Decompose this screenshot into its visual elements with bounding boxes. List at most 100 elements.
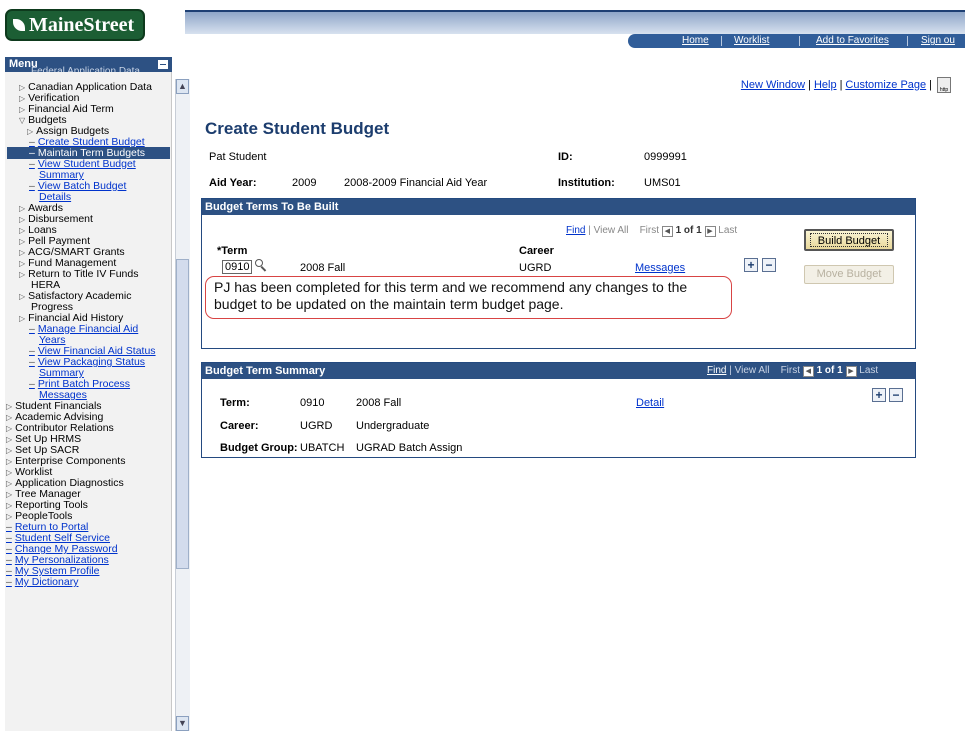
menu-panel: ▷ Canadian Application Data ▷ Verification ▷… (5, 72, 172, 731)
help-link[interactable]: Help (814, 79, 837, 91)
folder-arrow-icon: ▷ (19, 204, 26, 213)
summary-career-value: UGRD (300, 420, 333, 432)
summary-row-count: 1 of 1 (816, 365, 843, 376)
leaf-icon (13, 19, 25, 31)
aid-year-description: 2008-2009 Financial Aid Year (344, 177, 488, 189)
budget-group-label: Budget Group: (220, 442, 298, 454)
folder-arrow-icon: ▷ (6, 468, 13, 477)
budget-terms-header: Budget Terms To Be Built (202, 199, 915, 215)
summary-term-description: 2008 Fall (356, 397, 402, 409)
folder-arrow-icon: ▷ (19, 83, 26, 92)
menu-item-my-dictionary[interactable]: – My Dictionary (6, 577, 78, 588)
folder-arrow-icon: ▷ (6, 479, 13, 488)
folder-arrow-icon: ▷ (6, 490, 13, 499)
aid-year-label: Aid Year: (209, 177, 257, 189)
id-value: 0999991 (644, 151, 687, 163)
messages-link[interactable]: Messages (635, 262, 685, 274)
build-budget-button[interactable]: Build Budget (804, 229, 894, 251)
aid-year-value: 2009 (292, 177, 317, 189)
menu-partial-item[interactable]: Federal Application Data (31, 64, 140, 72)
term-column-header: *Term (217, 245, 248, 257)
page-title: Create Student Budget (205, 119, 390, 138)
minimize-menu-icon[interactable] (158, 60, 168, 69)
folder-arrow-icon: ▷ (19, 105, 26, 114)
header-band (185, 12, 965, 34)
summary-view-all[interactable]: View All (735, 365, 770, 376)
top-nav-bar: Home Worklist Add to Favorites Sign ou (628, 34, 965, 48)
budget-group-value: UBATCH (300, 442, 345, 454)
terms-row-count: 1 of 1 (675, 225, 702, 236)
summary-first: First (780, 365, 801, 376)
nav-divider (721, 36, 722, 46)
detail-link[interactable]: Detail (636, 397, 664, 409)
folder-arrow-icon: ▷ (19, 259, 26, 268)
summary-term-value: 0910 (300, 397, 325, 409)
folder-arrow-icon: ▷ (6, 413, 13, 422)
lookup-search-icon[interactable] (254, 258, 268, 272)
menu-title-bar: Menu Federal Application Data (5, 57, 172, 72)
folder-arrow-icon: ▷ (27, 127, 34, 136)
folder-arrow-icon: ▽ (19, 116, 26, 125)
annotation-text: PJ has been completed for this term and … (214, 279, 688, 312)
folder-arrow-icon: ▷ (19, 248, 26, 257)
summary-delete-row-icon[interactable]: − (889, 388, 903, 402)
institution-label: Institution: (558, 177, 615, 189)
folder-arrow-icon: ▷ (6, 446, 13, 455)
summary-find-link[interactable]: Find (707, 365, 726, 376)
nav-worklist-link[interactable]: Worklist (734, 35, 769, 46)
scroll-thumb[interactable] (176, 259, 189, 569)
student-name: Pat Student (209, 151, 267, 163)
logo-text: MaineStreet (29, 14, 135, 36)
mainestreet-logo: MaineStreet (5, 9, 145, 41)
http-link-icon[interactable]: http (937, 77, 951, 93)
folder-arrow-icon: ▷ (19, 215, 26, 224)
folder-arrow-icon: ▷ (6, 402, 13, 411)
move-budget-button[interactable]: Move Budget (804, 265, 894, 284)
terms-view-all[interactable]: View All (594, 225, 629, 236)
folder-arrow-icon: ▷ (19, 270, 26, 279)
dash-bullet: – (29, 378, 35, 390)
folder-arrow-icon: ▷ (6, 501, 13, 510)
summary-grid-nav: Find | View All First ◀ 1 of 1 ▶ Last (707, 365, 879, 377)
terms-grid-nav: Find | View All First ◀ 1 of 1 ▶ Last (566, 225, 738, 237)
scroll-down-icon[interactable]: ▼ (176, 716, 189, 731)
new-window-link[interactable]: New Window (741, 79, 805, 91)
nav-sign-out-link[interactable]: Sign ou (921, 35, 955, 46)
summary-last: Last (859, 365, 879, 376)
folder-arrow-icon: ▷ (19, 292, 26, 301)
folder-arrow-icon: ▷ (6, 457, 13, 466)
customize-page-link[interactable]: Customize Page (845, 79, 926, 91)
folder-arrow-icon: ▷ (19, 314, 26, 323)
folder-arrow-icon: ▷ (6, 512, 13, 521)
terms-first: First (639, 225, 660, 236)
summary-career-description: Undergraduate (356, 420, 430, 432)
dash-bullet: – (29, 180, 35, 192)
scroll-up-icon[interactable]: ▲ (176, 79, 189, 94)
next-arrow-icon[interactable]: ▶ (704, 226, 716, 237)
career-value: UGRD (519, 262, 552, 274)
nav-home-link[interactable]: Home (682, 35, 709, 46)
nav-add-favorites-link[interactable]: Add to Favorites (816, 35, 889, 46)
annotation-callout: PJ has been completed for this term and … (205, 276, 732, 319)
add-row-icon[interactable]: + (744, 258, 758, 272)
summary-career-label: Career: (220, 420, 259, 432)
folder-arrow-icon: ▷ (6, 435, 13, 444)
build-budget-label: Build Budget (810, 233, 888, 247)
summary-prev-arrow-icon[interactable]: ◀ (802, 366, 814, 377)
budget-group-description: UGRAD Batch Assign (356, 442, 463, 454)
institution-value: UMS01 (644, 177, 681, 189)
nav-divider (907, 36, 908, 46)
summary-next-arrow-icon[interactable]: ▶ (845, 366, 857, 377)
page-tools: New Window | Help | Customize Page | http (741, 77, 951, 93)
term-input[interactable]: 0910 (222, 260, 252, 274)
terms-find-link[interactable]: Find (566, 225, 585, 236)
menu-scrollbar[interactable]: ▲ ▼ (175, 79, 190, 731)
delete-row-icon[interactable]: − (762, 258, 776, 272)
terms-last: Last (718, 225, 738, 236)
dash-bullet: – (29, 158, 35, 170)
prev-arrow-icon[interactable]: ◀ (661, 226, 673, 237)
folder-arrow-icon: ▷ (19, 226, 26, 235)
summary-add-row-icon[interactable]: + (872, 388, 886, 402)
folder-arrow-icon: ▷ (6, 424, 13, 433)
dash-bullet: – (6, 576, 12, 588)
